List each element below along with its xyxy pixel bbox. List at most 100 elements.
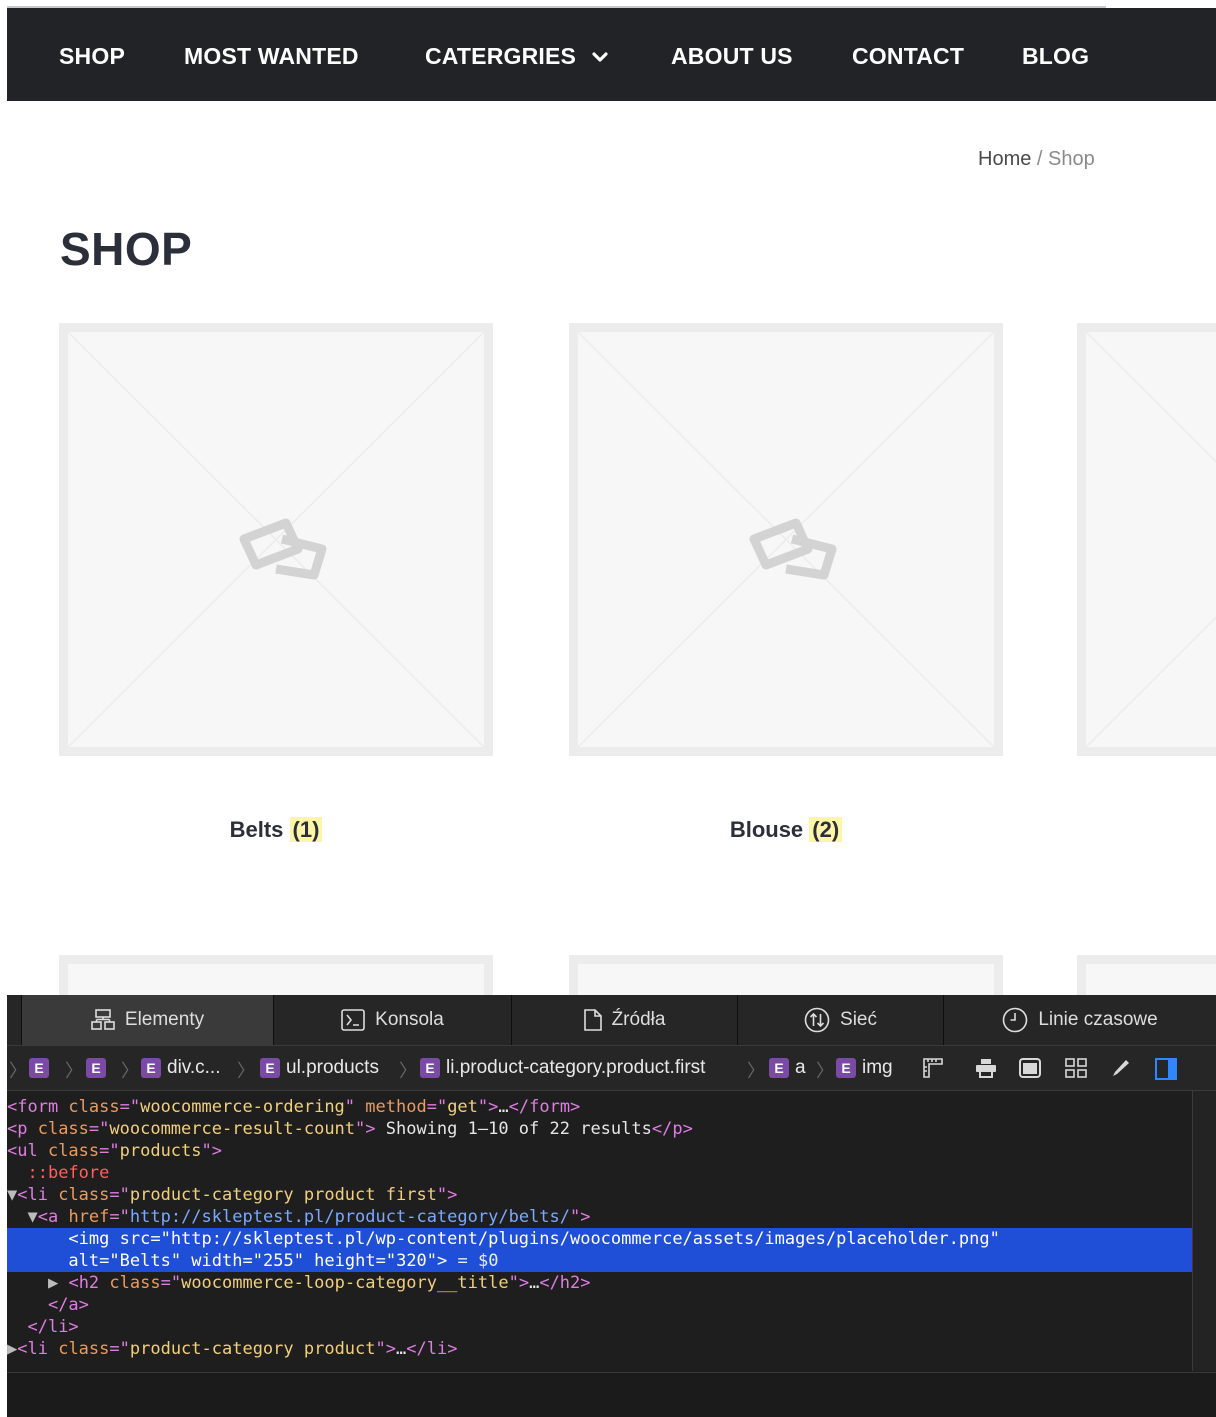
element-badge: E — [769, 1058, 789, 1078]
attr-value: woocommerce-result-count — [109, 1119, 356, 1139]
dom-crumb-5[interactable]: Eli.product-category.product.first — [420, 1055, 705, 1081]
print-icon[interactable] — [975, 1058, 997, 1084]
dom-node-li-close[interactable]: </li> — [7, 1316, 1192, 1338]
attr-value: 255 — [262, 1251, 294, 1271]
element-badge: E — [836, 1058, 856, 1078]
dom-node-img-selected-cont[interactable]: alt="Belts" width="255" height="320"> = … — [7, 1250, 1192, 1272]
dom-node-ul[interactable]: <ul class="products"> — [7, 1140, 1192, 1162]
dom-crumb-3[interactable]: Ediv.c... — [141, 1055, 221, 1081]
product-image-row2-2[interactable] — [569, 955, 1003, 995]
expanded-triangle-icon[interactable]: ▼ — [27, 1207, 37, 1227]
tab-console[interactable]: Konsola — [273, 995, 511, 1045]
attr-value: product-category product first — [129, 1185, 437, 1205]
window-icon[interactable] — [1019, 1058, 1041, 1084]
dom-crumb-7[interactable]: Eimg — [836, 1055, 893, 1081]
dom-crumb-1[interactable]: E — [29, 1055, 49, 1081]
dom-crumb-6[interactable]: Ea — [769, 1055, 806, 1081]
element-badge: E — [29, 1058, 49, 1078]
product-name: Belts — [229, 817, 284, 842]
breadcrumb-separator: / — [1036, 148, 1043, 170]
dom-node-p[interactable]: <p class="woocommerce-result-count"> Sho… — [7, 1118, 1192, 1140]
dom-crumb-2[interactable]: E — [86, 1055, 106, 1081]
dom-node-before[interactable]: ::before — [7, 1162, 1192, 1184]
dom-crumb-4[interactable]: Eul.products — [260, 1055, 379, 1081]
dom-tree: <form class="woocommerce-ordering" metho… — [7, 1091, 1192, 1371]
elements-icon — [91, 1009, 115, 1030]
collapsed-triangle-icon[interactable]: ▶ — [48, 1273, 58, 1293]
styles-sidebar[interactable] — [1192, 1091, 1216, 1371]
product-image-row2-1[interactable] — [59, 955, 493, 995]
attr-value: product-category product — [129, 1339, 376, 1359]
chevron-down-icon — [592, 7, 608, 103]
pseudo-element: ::before — [27, 1163, 110, 1183]
dom-node-li-first[interactable]: ▼<li class="product-category product fir… — [7, 1184, 1192, 1206]
crumb-separator: 〉 — [65, 1061, 83, 1081]
paintbrush-icon[interactable] — [1111, 1058, 1131, 1084]
attr-value: Belts — [119, 1251, 171, 1271]
attr-value: woocommerce-loop-category__title — [181, 1273, 509, 1293]
tab-label: Konsola — [375, 1009, 444, 1030]
collapsed-ellipsis: … — [498, 1097, 509, 1117]
grid-icon[interactable] — [1065, 1058, 1087, 1084]
dom-node-a-close[interactable]: </a> — [7, 1294, 1192, 1316]
nav-contact[interactable]: CONTACT — [852, 8, 964, 101]
attr-value[interactable]: http://skleptest.pl/product-category/bel… — [130, 1207, 570, 1227]
crumb-label: li.product-category.product.first — [446, 1057, 706, 1078]
tab-elements[interactable]: Elementy — [21, 995, 273, 1045]
collapsed-triangle-icon[interactable]: ▶ — [7, 1339, 17, 1359]
tab-label: Elementy — [124, 1009, 205, 1030]
nav-shop[interactable]: SHOP — [59, 8, 125, 101]
console-input-bar[interactable] — [7, 1372, 1216, 1417]
dom-node-img-selected[interactable]: <img src="http://skleptest.pl/wp-content… — [7, 1228, 1192, 1250]
tab-bar-spacer — [7, 995, 21, 1045]
tab-sources[interactable]: Źródła — [511, 995, 737, 1045]
product-count: (1) — [289, 817, 323, 842]
tab-timelines[interactable]: Linie czasowe — [943, 995, 1216, 1045]
attr-value: get — [447, 1097, 478, 1117]
dom-node-a[interactable]: ▼<a href="http://skleptest.pl/product-ca… — [7, 1206, 1192, 1228]
tab-network[interactable]: Sieć — [737, 995, 943, 1045]
tab-label: Linie czasowe — [1038, 1009, 1158, 1030]
breadcrumb: Home / Shop — [978, 148, 1095, 171]
product-count: (2) — [809, 817, 843, 842]
attr-value: 320 — [396, 1251, 427, 1271]
product-title-belts[interactable]: Belts (1) — [59, 817, 493, 843]
product-title-blouse[interactable]: Blouse (2) — [569, 817, 1003, 843]
collapsed-ellipsis: … — [396, 1339, 407, 1359]
ruler-icon[interactable] — [923, 1058, 943, 1084]
image-placeholder-icon — [749, 518, 837, 580]
crumb-separator: 〉 — [121, 1061, 139, 1081]
console-icon — [341, 1009, 365, 1031]
nav-categories[interactable]: CATERGRIES — [425, 8, 608, 101]
element-badge: E — [420, 1058, 440, 1078]
devtools-panel: Elementy Konsola Źródła Sieć Linie czaso… — [7, 995, 1216, 1417]
tab-label: Sieć — [840, 1009, 877, 1030]
product-name: Blouse — [729, 817, 804, 842]
selection-marker: = $0 — [447, 1251, 499, 1271]
sidebar-toggle-icon[interactable] — [1155, 1058, 1177, 1086]
page-title: SHOP — [60, 223, 193, 275]
expanded-triangle-icon[interactable]: ▼ — [7, 1185, 17, 1205]
dom-node-h2[interactable]: ▶ <h2 class="woocommerce-loop-category__… — [7, 1272, 1192, 1294]
tab-label: Źródła — [611, 1009, 666, 1030]
product-image-row2-3[interactable] — [1077, 955, 1216, 995]
devtools-dom-breadcrumb: 〉 E 〉 E 〉 Ediv.c... 〉 Eul.products 〉 Eli… — [7, 1046, 1216, 1091]
attr-value[interactable]: http://skleptest.pl/wp-content/plugins/w… — [171, 1229, 990, 1249]
breadcrumb-home[interactable]: Home — [978, 148, 1031, 170]
crumb-separator: 〉 — [237, 1061, 255, 1081]
product-image-third[interactable] — [1077, 323, 1216, 756]
element-badge: E — [141, 1058, 161, 1078]
element-badge: E — [260, 1058, 280, 1078]
product-image-belts[interactable] — [59, 323, 493, 756]
nav-categories-label: CATERGRIES — [425, 43, 577, 69]
element-badge: E — [86, 1058, 106, 1078]
nav-most-wanted[interactable]: MOST WANTED — [184, 8, 359, 101]
dom-node-li[interactable]: ▶<li class="product-category product">…<… — [7, 1338, 1192, 1360]
product-image-blouse[interactable] — [569, 323, 1003, 756]
attr-value: woocommerce-ordering — [140, 1097, 345, 1117]
nav-about-us[interactable]: ABOUT US — [671, 8, 793, 101]
dom-node-form[interactable]: <form class="woocommerce-ordering" metho… — [7, 1096, 1192, 1118]
dom-text: Showing 1–10 of 22 results — [375, 1119, 652, 1139]
crumb-separator: 〉 — [399, 1061, 417, 1081]
nav-blog[interactable]: BLOG — [1022, 8, 1089, 101]
